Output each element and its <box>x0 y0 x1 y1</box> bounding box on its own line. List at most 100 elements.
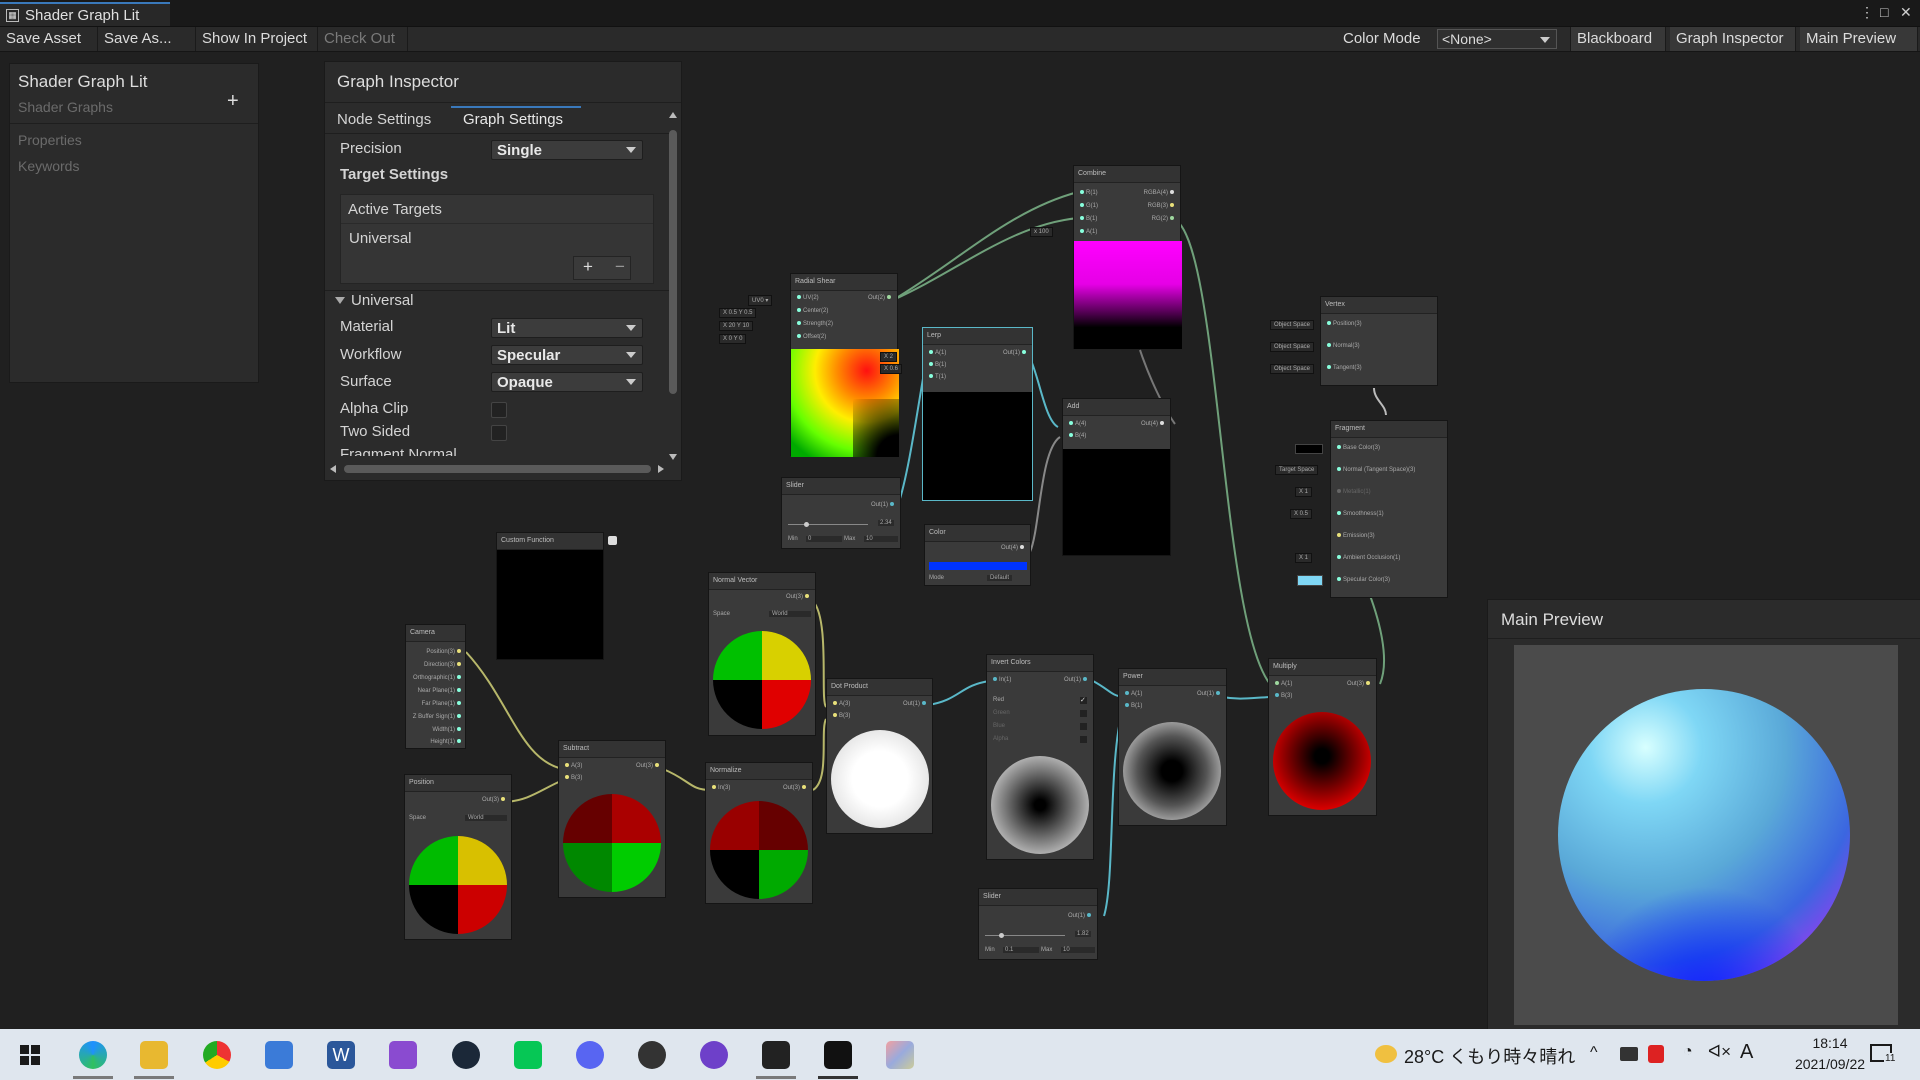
vertex-position-space[interactable]: Object Space <box>1270 320 1315 330</box>
node-slider-2[interactable]: Slider Out(1) 1.82 Min 0.1 Max 10 <box>978 888 1098 960</box>
mail-icon[interactable] <box>265 1041 293 1069</box>
node-dot-product[interactable]: Dot Product A(3) B(3) Out(1) <box>826 678 933 834</box>
weather-icon[interactable] <box>1375 1045 1397 1063</box>
slider-track[interactable] <box>788 524 868 525</box>
chevron-up-icon[interactable]: ^ <box>1590 1044 1598 1062</box>
lerp-a-field[interactable]: X 2 <box>880 352 898 362</box>
inspector-horizontal-scrollbar[interactable] <box>330 463 666 475</box>
port-dot[interactable] <box>1366 681 1370 686</box>
port-dot[interactable] <box>457 649 461 654</box>
port-dot[interactable] <box>1275 693 1279 698</box>
gear-icon[interactable] <box>608 536 617 545</box>
lerp-b-field[interactable]: X 0.6 <box>880 364 903 374</box>
color-swatch[interactable] <box>929 562 1027 570</box>
workflow-dropdown[interactable]: Specular <box>491 345 643 365</box>
space-dropdown[interactable]: World <box>769 611 811 617</box>
node-vertex[interactable]: Vertex Position(3) Normal(3) Tangent(3) <box>1320 296 1438 386</box>
port-dot[interactable] <box>457 675 461 680</box>
port-dot[interactable] <box>501 797 505 802</box>
fragment-metallic-field[interactable]: X 1 <box>1295 487 1313 497</box>
port-dot[interactable] <box>1069 433 1073 438</box>
unity-editor-icon[interactable] <box>824 1041 852 1069</box>
node-normal-vector[interactable]: Normal Vector Out(3) Space World <box>708 572 816 736</box>
port-dot[interactable] <box>797 295 801 300</box>
node-custom-function[interactable]: Custom Function <box>496 532 604 660</box>
inspector-vertical-scrollbar[interactable] <box>668 112 678 464</box>
add-target-button[interactable]: + <box>583 257 593 277</box>
speaker-muted-icon[interactable]: ᐊ× <box>1708 1042 1731 1062</box>
combine-a-input-field[interactable]: x 100 <box>1030 227 1053 237</box>
port-dot[interactable] <box>1125 691 1129 696</box>
slider-value[interactable]: 1.82 <box>1075 931 1091 937</box>
tab-graph-settings[interactable]: Graph Settings <box>463 111 563 128</box>
port-dot[interactable] <box>1020 545 1024 550</box>
remove-target-button[interactable]: − <box>615 257 625 277</box>
port-dot[interactable] <box>993 677 997 682</box>
surface-dropdown[interactable]: Opaque <box>491 372 643 392</box>
port-dot[interactable] <box>805 594 809 599</box>
vertex-normal-space[interactable]: Object Space <box>1270 342 1315 352</box>
universal-section-heading[interactable]: Universal <box>351 292 414 309</box>
port-dot[interactable] <box>802 785 806 790</box>
chrome-icon[interactable] <box>203 1041 231 1069</box>
port-dot[interactable] <box>655 763 659 768</box>
port-dot[interactable] <box>1083 677 1087 682</box>
base-color-swatch[interactable] <box>1295 444 1323 454</box>
alpha-checkbox[interactable] <box>1080 736 1087 743</box>
blackboard-keywords-section[interactable]: Keywords <box>18 158 79 174</box>
port-dot[interactable] <box>1080 229 1084 234</box>
green-checkbox[interactable] <box>1080 710 1087 717</box>
port-dot[interactable] <box>890 502 894 507</box>
port-dot[interactable] <box>1170 203 1174 208</box>
port-dot[interactable] <box>887 295 891 300</box>
node-add[interactable]: Add A(4) B(4) Out(4) <box>1062 398 1171 556</box>
port-dot[interactable] <box>457 688 461 693</box>
blue-checkbox[interactable] <box>1080 723 1087 730</box>
port-dot[interactable] <box>1337 467 1341 472</box>
port-dot[interactable] <box>833 713 837 718</box>
clock-date[interactable]: 2021/09/22 <box>1780 1056 1880 1072</box>
file-explorer-icon[interactable] <box>140 1041 168 1069</box>
unity-hub-icon[interactable] <box>762 1041 790 1069</box>
port-dot[interactable] <box>1170 216 1174 221</box>
node-invert-colors[interactable]: Invert Colors In(1) Out(1) Red Green Blu… <box>986 654 1094 860</box>
port-dot[interactable] <box>1337 511 1341 516</box>
port-dot[interactable] <box>565 763 569 768</box>
port-dot[interactable] <box>1125 703 1129 708</box>
port-dot[interactable] <box>922 701 926 706</box>
port-dot[interactable] <box>1275 681 1279 686</box>
port-dot[interactable] <box>1337 445 1341 450</box>
radial-shear-uv-field[interactable]: UV0 ▾ <box>748 295 773 306</box>
active-target-universal[interactable]: Universal <box>349 230 412 247</box>
edge-browser-icon[interactable] <box>79 1041 107 1069</box>
port-dot[interactable] <box>457 727 461 732</box>
port-dot[interactable] <box>457 714 461 719</box>
visual-studio-icon[interactable] <box>389 1041 417 1069</box>
port-dot[interactable] <box>1080 216 1084 221</box>
slider-min-field[interactable]: 0 <box>806 536 842 542</box>
line-icon[interactable] <box>514 1041 542 1069</box>
node-color[interactable]: Color Out(4) Mode Default <box>924 524 1031 586</box>
port-dot[interactable] <box>1087 913 1091 918</box>
slider-max-field[interactable]: 10 <box>864 536 898 542</box>
port-dot[interactable] <box>712 785 716 790</box>
port-dot[interactable] <box>457 701 461 706</box>
port-dot[interactable] <box>1337 533 1341 538</box>
precision-dropdown[interactable]: Single <box>491 140 643 160</box>
port-dot[interactable] <box>1327 343 1331 348</box>
github-desktop-icon[interactable] <box>700 1041 728 1069</box>
fragment-ao-field[interactable]: X 1 <box>1295 553 1313 563</box>
universal-foldout-icon[interactable] <box>335 297 345 304</box>
ime-mode-indicator[interactable]: A <box>1740 1041 1753 1064</box>
port-dot[interactable] <box>797 321 801 326</box>
node-slider-1[interactable]: Slider Out(1) 2.34 Min 0 Max 10 <box>781 477 901 549</box>
two-sided-checkbox[interactable] <box>491 425 507 441</box>
weather-text[interactable]: 28°C くもり時々晴れ <box>1404 1043 1575 1069</box>
slider-max-field[interactable]: 10 <box>1061 947 1095 953</box>
clock-time[interactable]: 18:14 <box>1780 1035 1880 1051</box>
steam-icon[interactable] <box>452 1041 480 1069</box>
fragment-normal-space[interactable]: Target Space <box>1275 465 1319 475</box>
radial-shear-center-field[interactable]: X 0.5 Y 0.5 <box>719 308 757 318</box>
alpha-clip-checkbox[interactable] <box>491 402 507 418</box>
port-dot[interactable] <box>1170 190 1174 195</box>
